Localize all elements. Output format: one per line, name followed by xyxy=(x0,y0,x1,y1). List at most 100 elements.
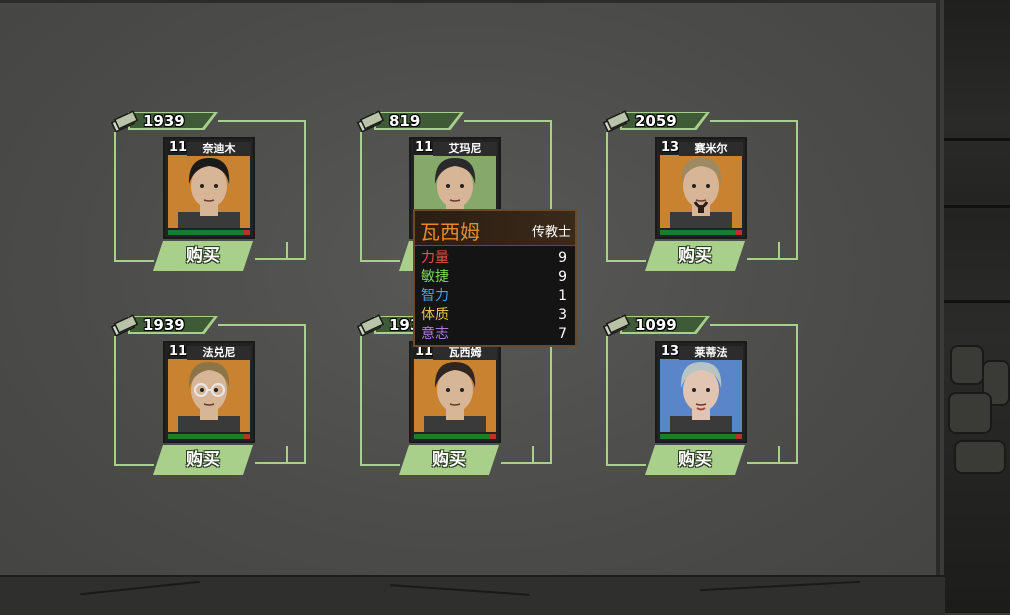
background-scenery xyxy=(944,0,1010,613)
floor-crack xyxy=(80,580,200,596)
buy-button-label: 购买 xyxy=(186,450,220,470)
tooltip-stat-row: 体质 3 xyxy=(421,306,571,325)
recruit-portrait-frame[interactable]: 11 奈迪木 xyxy=(163,137,255,239)
stat-value: 1 xyxy=(558,288,567,304)
money-stack-icon xyxy=(110,110,139,132)
recruit-name: 艾玛尼 xyxy=(433,142,497,156)
recruit-card[interactable]: 1939 11 法兑尼 购买 xyxy=(110,314,310,486)
card-frame xyxy=(360,464,400,466)
buy-button[interactable]: 购买 xyxy=(399,445,499,475)
health-bar xyxy=(168,230,250,235)
card-frame xyxy=(710,324,798,326)
recruit-card[interactable]: 1099 13 莱蒂法 购买 xyxy=(602,314,802,486)
recruit-price: 1099 xyxy=(635,316,677,334)
buy-button[interactable]: 购买 xyxy=(153,241,253,271)
shelf-line xyxy=(944,300,1010,303)
shelf-line xyxy=(944,138,1010,141)
health-bar-end xyxy=(736,434,742,439)
card-frame xyxy=(778,446,780,464)
tooltip-stat-row: 意志 7 xyxy=(421,325,571,344)
recruit-level: 13 xyxy=(659,344,682,359)
money-stack-icon xyxy=(602,314,631,336)
recruit-portrait-frame[interactable]: 11 法兑尼 xyxy=(163,341,255,443)
stat-value: 9 xyxy=(558,250,567,266)
wall-stone xyxy=(948,392,992,434)
card-frame xyxy=(114,336,116,466)
money-stack-icon xyxy=(356,314,385,336)
card-frame xyxy=(778,242,780,260)
buy-button[interactable]: 购买 xyxy=(153,445,253,475)
wall-stone xyxy=(954,440,1006,474)
recruit-level: 11 xyxy=(167,344,190,359)
card-frame xyxy=(255,462,306,464)
tooltip-stat-row: 智力 1 xyxy=(421,287,571,306)
card-frame xyxy=(747,258,798,260)
card-frame xyxy=(360,336,362,466)
recruit-card[interactable]: 1939 11 奈迪木 购买 xyxy=(110,110,310,282)
stat-label: 智力 xyxy=(421,288,449,304)
buy-button-label: 购买 xyxy=(432,450,466,470)
recruit-price: 1939 xyxy=(143,112,185,130)
tooltip-character-name: 瓦西姆 xyxy=(420,220,480,244)
tooltip-character-class: 传教士 xyxy=(531,225,571,240)
card-frame xyxy=(747,462,798,464)
floor-crack xyxy=(700,580,860,592)
recruit-portrait-frame[interactable]: 13 赛米尔 xyxy=(655,137,747,239)
tooltip-header: 瓦西姆 传教士 xyxy=(415,211,575,246)
card-frame xyxy=(360,132,362,262)
card-frame xyxy=(286,446,288,464)
card-frame xyxy=(360,260,400,262)
tooltip-stat-row: 敏捷 9 xyxy=(421,268,571,287)
card-frame xyxy=(114,132,116,262)
tooltip-stat-row: 力量 9 xyxy=(421,249,571,268)
card-frame xyxy=(286,242,288,260)
stat-label: 力量 xyxy=(421,250,449,266)
health-bar xyxy=(414,434,496,439)
card-frame xyxy=(606,464,646,466)
recruit-level: 13 xyxy=(659,140,682,155)
recruit-name: 莱蒂法 xyxy=(679,346,743,360)
recruit-level: 11 xyxy=(413,140,436,155)
card-frame xyxy=(304,120,306,258)
money-stack-icon xyxy=(356,110,385,132)
recruit-price: 819 xyxy=(389,112,421,130)
health-bar-end xyxy=(244,434,250,439)
recruit-level: 11 xyxy=(167,140,190,155)
stat-label: 意志 xyxy=(421,326,449,342)
card-frame xyxy=(606,260,646,262)
card-frame xyxy=(501,462,552,464)
recruit-name: 瓦西姆 xyxy=(433,346,497,360)
card-frame xyxy=(532,446,534,464)
stat-value: 9 xyxy=(558,269,567,285)
card-frame xyxy=(218,324,306,326)
card-frame xyxy=(114,464,154,466)
stat-label: 体质 xyxy=(421,307,449,323)
recruit-price: 2059 xyxy=(635,112,677,130)
card-frame xyxy=(710,120,798,122)
card-frame xyxy=(606,132,608,262)
buy-button-label: 购买 xyxy=(678,450,712,470)
card-frame xyxy=(796,324,798,462)
stat-value: 7 xyxy=(558,326,567,342)
card-frame xyxy=(606,336,608,466)
health-bar-end xyxy=(244,230,250,235)
recruit-card[interactable]: 2059 13 赛米尔 购买 xyxy=(602,110,802,282)
card-frame xyxy=(218,120,306,122)
buy-button[interactable]: 购买 xyxy=(645,241,745,271)
stat-value: 3 xyxy=(558,307,567,323)
card-frame xyxy=(464,120,552,122)
shelf-line xyxy=(944,205,1010,208)
card-frame xyxy=(796,120,798,258)
buy-button-label: 购买 xyxy=(678,246,712,266)
recruit-name: 法兑尼 xyxy=(187,346,251,360)
recruit-name: 奈迪木 xyxy=(187,142,251,156)
card-frame xyxy=(114,260,154,262)
buy-button[interactable]: 购买 xyxy=(645,445,745,475)
wall-stone xyxy=(950,345,984,385)
health-bar-end xyxy=(736,230,742,235)
recruit-portrait-frame[interactable]: 13 莱蒂法 xyxy=(655,341,747,443)
buy-button-label: 购买 xyxy=(186,246,220,266)
card-frame xyxy=(304,324,306,462)
recruit-price: 1939 xyxy=(143,316,185,334)
recruit-portrait-frame[interactable]: 11 瓦西姆 xyxy=(409,341,501,443)
